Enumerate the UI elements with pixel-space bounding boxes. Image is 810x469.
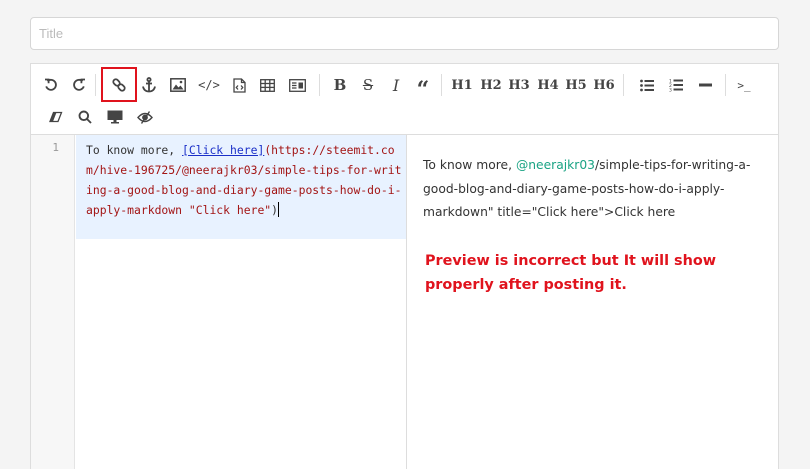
h1-button[interactable]: H1 (450, 73, 474, 97)
unordered-list-icon[interactable] (635, 73, 659, 97)
toolbar-separator (319, 74, 320, 96)
horizontal-rule-icon[interactable] (693, 73, 717, 97)
svg-text:3: 3 (669, 88, 672, 93)
code-link-text: [Click here] (182, 143, 265, 157)
strikethrough-button[interactable]: S (356, 73, 380, 97)
code-close-paren: ) (271, 203, 279, 217)
toolbar-separator (725, 74, 726, 96)
text-cursor (278, 202, 280, 217)
title-field[interactable] (30, 17, 779, 50)
table-icon[interactable] (255, 73, 279, 97)
h2-button[interactable]: H2 (479, 73, 503, 97)
preview-mention-link[interactable]: @neerajkr03 (516, 158, 595, 172)
preview-text: To know more, @neerajkr03/simple-tips-fo… (423, 154, 768, 225)
code-icon[interactable]: </> (197, 73, 221, 97)
markdown-editor: </> B S I “ H1 H2 H3 H4 H5 H6 1 2 3 >_ 1… (30, 63, 779, 469)
anchor-icon[interactable] (137, 73, 161, 97)
code-text-prefix: To know more, (86, 143, 183, 157)
h5-button[interactable]: H5 (564, 73, 588, 97)
image-icon[interactable] (166, 73, 190, 97)
editor-toolbar: </> B S I “ H1 H2 H3 H4 H5 H6 1 2 3 >_ (31, 64, 778, 135)
monitor-icon[interactable] (103, 105, 127, 129)
code-block-icon[interactable] (227, 73, 251, 97)
eraser-icon[interactable] (43, 105, 67, 129)
code-link-title: "Click here" (188, 203, 272, 217)
preview-pane: To know more, @neerajkr03/simple-tips-fo… (423, 135, 768, 469)
italic-button[interactable]: I (384, 73, 408, 97)
terminal-icon[interactable]: >_ (732, 73, 756, 97)
quote-icon[interactable]: “ (411, 73, 435, 101)
line-number: 1 (52, 141, 59, 154)
preview-prefix: To know more, (423, 158, 516, 172)
toolbar-separator (441, 74, 442, 96)
ordered-list-icon[interactable]: 123 (664, 73, 688, 97)
h6-button[interactable]: H6 (592, 73, 616, 97)
line-number-gutter: 1 (31, 135, 75, 469)
eye-slash-icon[interactable] (133, 105, 157, 129)
bold-button[interactable]: B (328, 73, 352, 97)
search-icon[interactable] (73, 105, 97, 129)
toolbar-separator (95, 74, 96, 96)
preview-warning-note: Preview is incorrect but It will show pr… (425, 253, 717, 293)
title-input[interactable] (31, 18, 778, 49)
redo-icon[interactable] (67, 73, 91, 97)
h3-button[interactable]: H3 (507, 73, 531, 97)
pane-divider[interactable] (406, 135, 407, 469)
markdown-source-pane[interactable]: To know more, [Click here](https://steem… (76, 135, 406, 469)
toolbar-separator (623, 74, 624, 96)
h4-button[interactable]: H4 (536, 73, 560, 97)
code-line-active[interactable]: To know more, [Click here](https://steem… (76, 135, 406, 239)
undo-icon[interactable] (39, 73, 63, 97)
link-icon[interactable] (107, 73, 131, 97)
html-icon[interactable] (285, 73, 309, 97)
